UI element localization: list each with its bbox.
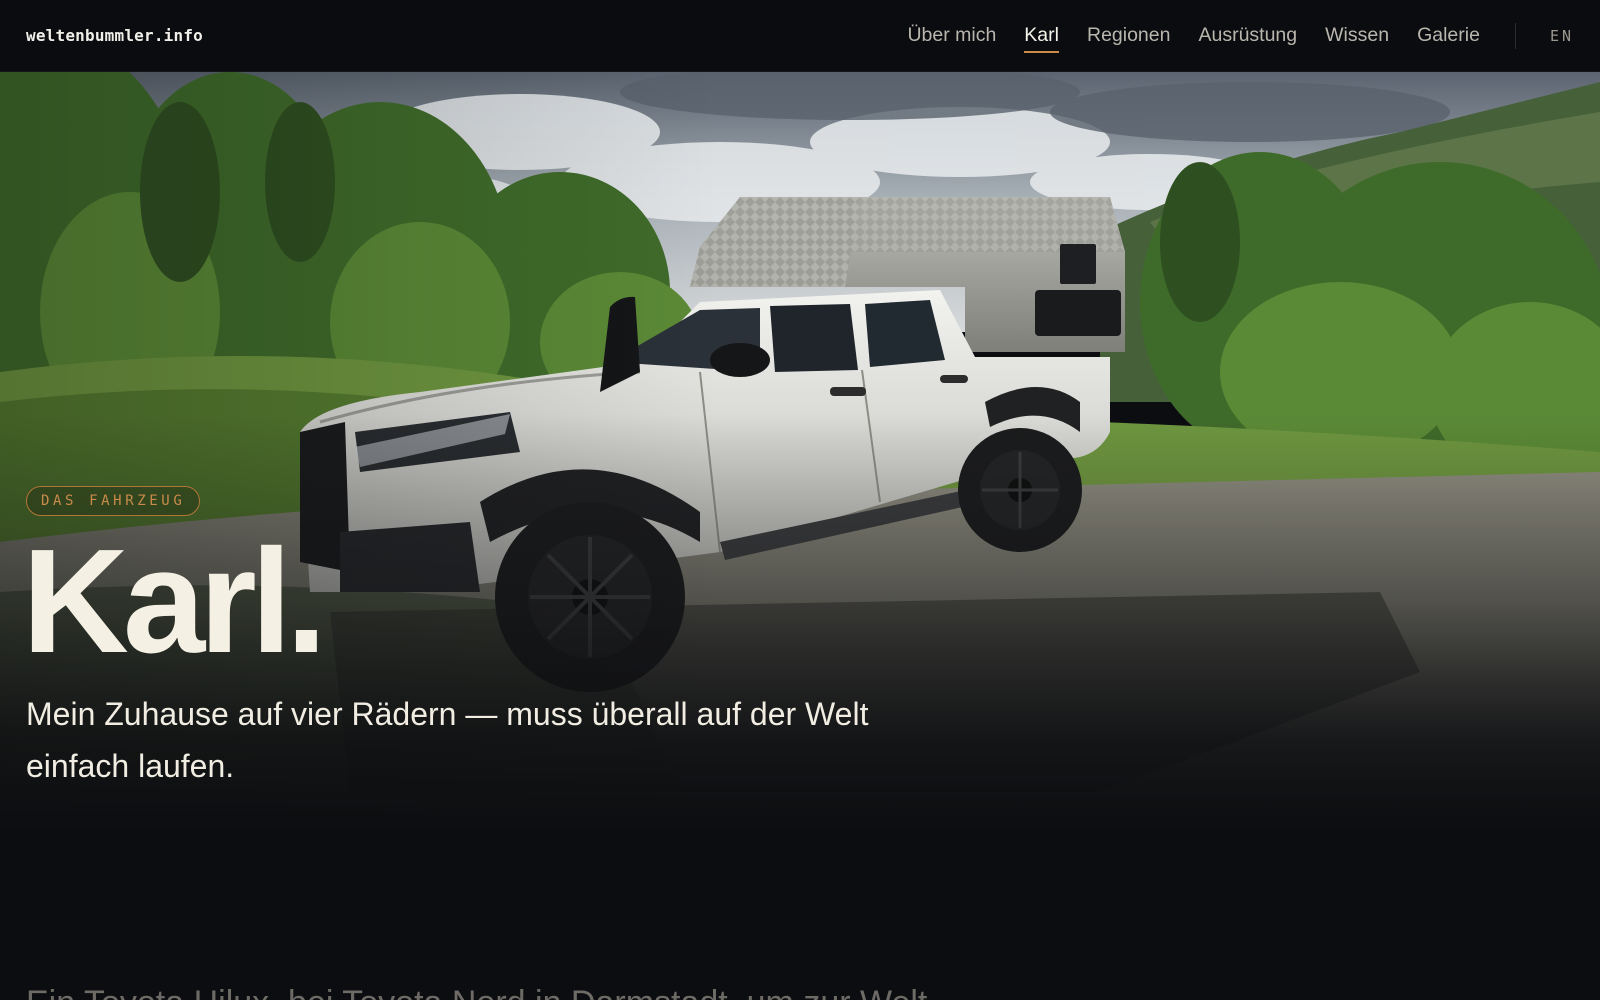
nav-link-wissen[interactable]: Wissen [1325,16,1389,55]
language-switch[interactable]: EN [1550,27,1574,45]
nav-link-ausruestung[interactable]: Ausrüstung [1198,16,1297,55]
main-nav: Über mich Karl Regionen Ausrüstung Wisse… [879,0,1574,71]
nav-divider [1514,22,1516,49]
page-title: Karl. [22,519,327,684]
nav-link-ueber-mich[interactable]: Über mich [907,16,996,55]
site-logo[interactable]: weltenbummler.info [26,26,203,45]
hero-subtitle: Mein Zuhause auf vier Rädern — muss über… [26,696,869,784]
top-navigation-bar: weltenbummler.info Über mich Karl Region… [0,0,1600,72]
nav-link-galerie[interactable]: Galerie [1417,16,1480,55]
section-badge: DAS FAHRZEUG [26,486,201,516]
nav-link-regionen[interactable]: Regionen [1087,16,1170,55]
intro-text-partial: Ein Toyota Hilux, bei Toyota Nord in Dar… [26,984,965,1000]
nav-link-karl[interactable]: Karl [1024,16,1059,55]
